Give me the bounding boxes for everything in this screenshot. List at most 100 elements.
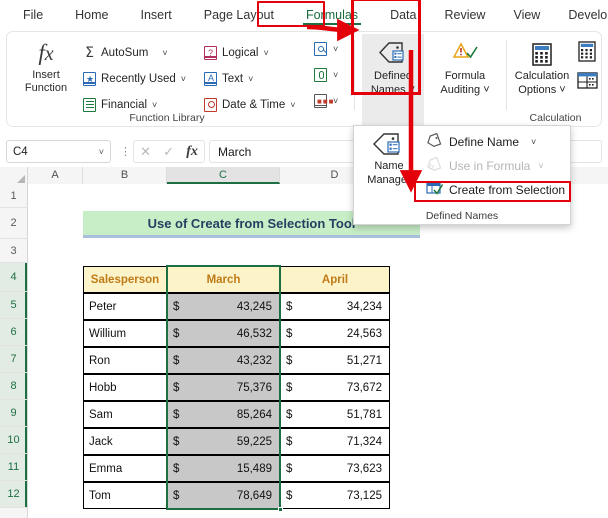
defined-names-button[interactable]: Defined Names ˅: [362, 34, 424, 125]
chevron-down-icon[interactable]: ˅: [483, 84, 489, 96]
calculate-now-button[interactable]: [576, 41, 598, 67]
formula-auditing-button[interactable]: Formula Auditing ˅: [428, 34, 502, 97]
column-header-a[interactable]: A: [28, 167, 83, 184]
cancel-icon[interactable]: ✕: [140, 144, 151, 160]
table-cell-march[interactable]: $43,245: [167, 293, 280, 320]
chevron-down-icon[interactable]: ˅: [152, 100, 157, 110]
table-header-salesperson[interactable]: Salesperson: [83, 266, 167, 293]
table-cell-april[interactable]: $73,672: [280, 374, 390, 401]
table-cell-april[interactable]: $24,563: [280, 320, 390, 347]
chevron-down-icon[interactable]: ˅: [263, 48, 268, 58]
table-cell-march[interactable]: $85,264: [167, 401, 280, 428]
more-functions-button[interactable]: ■■■ ˅: [314, 94, 338, 108]
table-cell-march[interactable]: $15,489: [167, 455, 280, 482]
currency-symbol: $: [286, 381, 293, 394]
chevron-down-icon[interactable]: ˅: [290, 100, 295, 110]
recently-used-button[interactable]: ★ Recently Used ˅: [83, 68, 198, 89]
tab-file[interactable]: File: [14, 4, 52, 26]
tab-review[interactable]: Review: [435, 4, 494, 26]
table-cell-april[interactable]: $34,234: [280, 293, 390, 320]
formula-auditing-icon: [428, 40, 502, 70]
table-row[interactable]: Ron: [83, 347, 167, 374]
row-header-13[interactable]: [0, 508, 28, 518]
column-header-b[interactable]: B: [83, 167, 167, 184]
insert-function-icon[interactable]: fx: [186, 144, 198, 160]
table-row[interactable]: Peter: [83, 293, 167, 320]
row-header-4[interactable]: 4: [0, 263, 28, 292]
table-row[interactable]: Willium: [83, 320, 167, 347]
tab-page-layout[interactable]: Page Layout: [195, 4, 283, 26]
table-cell-march[interactable]: $46,532: [167, 320, 280, 347]
table-cell-april[interactable]: $73,623: [280, 455, 390, 482]
text-label: Text: [222, 72, 244, 85]
chevron-down-icon[interactable]: ˅: [162, 48, 167, 58]
table-cell-march[interactable]: $78,649: [167, 482, 280, 509]
chevron-down-icon[interactable]: ˅: [531, 137, 536, 147]
fill-handle[interactable]: [278, 507, 283, 512]
chevron-down-icon[interactable]: ˅: [559, 84, 565, 96]
row-header-9[interactable]: 9: [0, 400, 28, 427]
table-cell-april[interactable]: $71,324: [280, 428, 390, 455]
autosum-button[interactable]: Σ AutoSum ˅: [83, 42, 198, 63]
table-cell-april[interactable]: $51,271: [280, 347, 390, 374]
table-cell-march[interactable]: $59,225: [167, 428, 280, 455]
table-row[interactable]: Hobb: [83, 374, 167, 401]
name-box[interactable]: C4 ˅: [6, 140, 111, 163]
autosum-label: AutoSum: [101, 46, 149, 59]
menu-item-create-from-selection[interactable]: Create from Selection: [422, 178, 568, 202]
tab-label: Home: [75, 8, 109, 22]
text-icon: A: [204, 71, 217, 86]
table-header-march[interactable]: March: [167, 266, 280, 293]
table-cell-april[interactable]: $51,781: [280, 401, 390, 428]
currency-symbol: $: [173, 435, 180, 448]
tab-insert[interactable]: Insert: [132, 4, 181, 26]
row-header-12[interactable]: 12: [0, 481, 28, 508]
row-header-8[interactable]: 8: [0, 373, 28, 400]
table-row[interactable]: Emma: [83, 455, 167, 482]
chevron-down-icon[interactable]: ˅: [409, 84, 415, 96]
tab-data[interactable]: Data: [381, 4, 425, 26]
table-cell-march[interactable]: $43,232: [167, 347, 280, 374]
formula-bar-grip[interactable]: ⋮: [120, 145, 131, 158]
math-trig-button[interactable]: ˅: [314, 68, 338, 82]
select-all-corner[interactable]: [0, 167, 28, 184]
table-header-april[interactable]: April: [280, 266, 390, 293]
row-header-10[interactable]: 10: [0, 427, 28, 454]
create-from-selection-icon: [426, 181, 444, 199]
tab-developer[interactable]: Developer: [559, 4, 608, 26]
chevron-down-icon[interactable]: ˅: [248, 74, 253, 84]
name-manager-button[interactable]: Name Manager: [358, 130, 420, 187]
table-cell-march[interactable]: $75,376: [167, 374, 280, 401]
chevron-down-icon[interactable]: ˅: [99, 147, 104, 157]
lookup-reference-button[interactable]: ˅: [314, 42, 338, 56]
name-box-value: C4: [13, 145, 28, 158]
tab-home[interactable]: Home: [66, 4, 117, 26]
row-header-3[interactable]: 3: [0, 239, 28, 263]
row-header-7[interactable]: 7: [0, 346, 28, 373]
grid-cells-area: Use of Create from Selection Tool Salesp…: [28, 184, 608, 515]
column-header-c[interactable]: C: [167, 167, 280, 184]
table-row[interactable]: Sam: [83, 401, 167, 428]
calculate-sheet-button[interactable]: [576, 70, 600, 96]
logical-button[interactable]: ? Logical ˅: [204, 42, 309, 63]
insert-function-button[interactable]: fx Insert Function: [15, 38, 77, 95]
calculation-options-button[interactable]: Calculation Options ˅: [511, 36, 573, 97]
table-row[interactable]: Jack: [83, 428, 167, 455]
name-manager-label-line1: Name: [374, 160, 404, 172]
tab-formulas[interactable]: Formulas: [297, 4, 367, 26]
text-button[interactable]: A Text ˅: [204, 68, 309, 89]
chevron-down-icon[interactable]: ˅: [181, 74, 186, 84]
row-header-11[interactable]: 11: [0, 454, 28, 481]
calculation-options-label-line1: Calculation: [514, 70, 570, 82]
tab-view[interactable]: View: [504, 4, 549, 26]
enter-icon[interactable]: ✓: [163, 144, 174, 160]
table-cell-april[interactable]: $73,125: [280, 482, 390, 509]
row-header-2[interactable]: 2: [0, 208, 28, 239]
menu-item-define-name[interactable]: Define Name ˅: [422, 130, 568, 154]
row-header-5[interactable]: 5: [0, 292, 28, 319]
row-header-1[interactable]: 1: [0, 184, 28, 208]
table-row[interactable]: Tom: [83, 482, 167, 509]
chevron-down-icon[interactable]: ˅: [333, 44, 338, 54]
row-header-6[interactable]: 6: [0, 319, 28, 346]
chevron-down-icon[interactable]: ˅: [333, 70, 338, 80]
